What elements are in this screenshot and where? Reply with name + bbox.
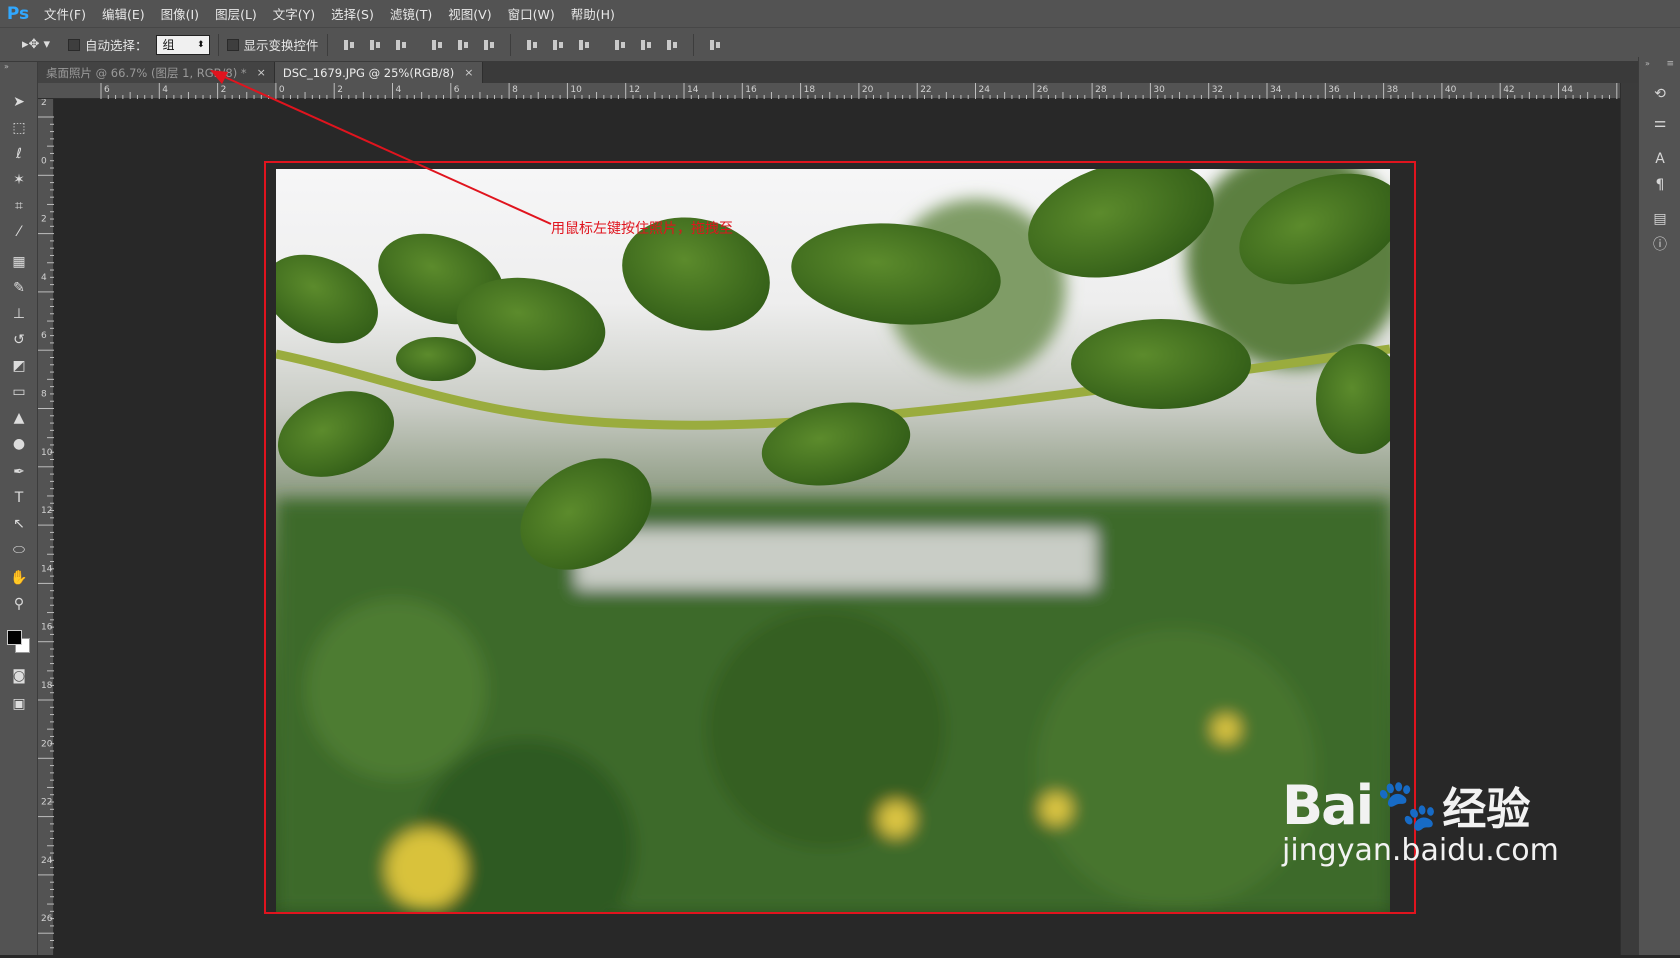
annotation-text: 用鼠标左键按住照片，拖拽至: [551, 221, 733, 237]
baidu-paw-icon: 🐾: [1376, 775, 1439, 834]
panel-collapse-icon[interactable]: »: [1645, 59, 1650, 68]
watermark-url: jingyan.baidu.com: [1282, 833, 1559, 868]
character-panel-icon[interactable]: A: [1650, 149, 1670, 169]
history-panel-icon[interactable]: ⟲: [1650, 84, 1670, 104]
layer-comps-icon[interactable]: ▤: [1650, 209, 1670, 229]
vertical-scrollbar[interactable]: [1620, 83, 1638, 955]
watermark-brand2: 经验: [1442, 784, 1531, 835]
paragraph-panel-icon[interactable]: ¶: [1650, 175, 1670, 195]
watermark-brand: Bai: [1282, 773, 1374, 837]
adjustments-panel-icon[interactable]: ⚌: [1650, 113, 1670, 133]
panel-menu-icon[interactable]: ≡: [1666, 59, 1674, 69]
baidu-watermark: Bai 🐾 经验 jingyan.baidu.com: [1282, 773, 1582, 869]
info-panel-icon[interactable]: ⓘ: [1650, 235, 1670, 255]
foreground-color-swatch[interactable]: [7, 630, 22, 645]
right-panel-dock: » ≡ ⟲ ⚌ A ¶ ▤ ⓘ: [1638, 57, 1680, 955]
